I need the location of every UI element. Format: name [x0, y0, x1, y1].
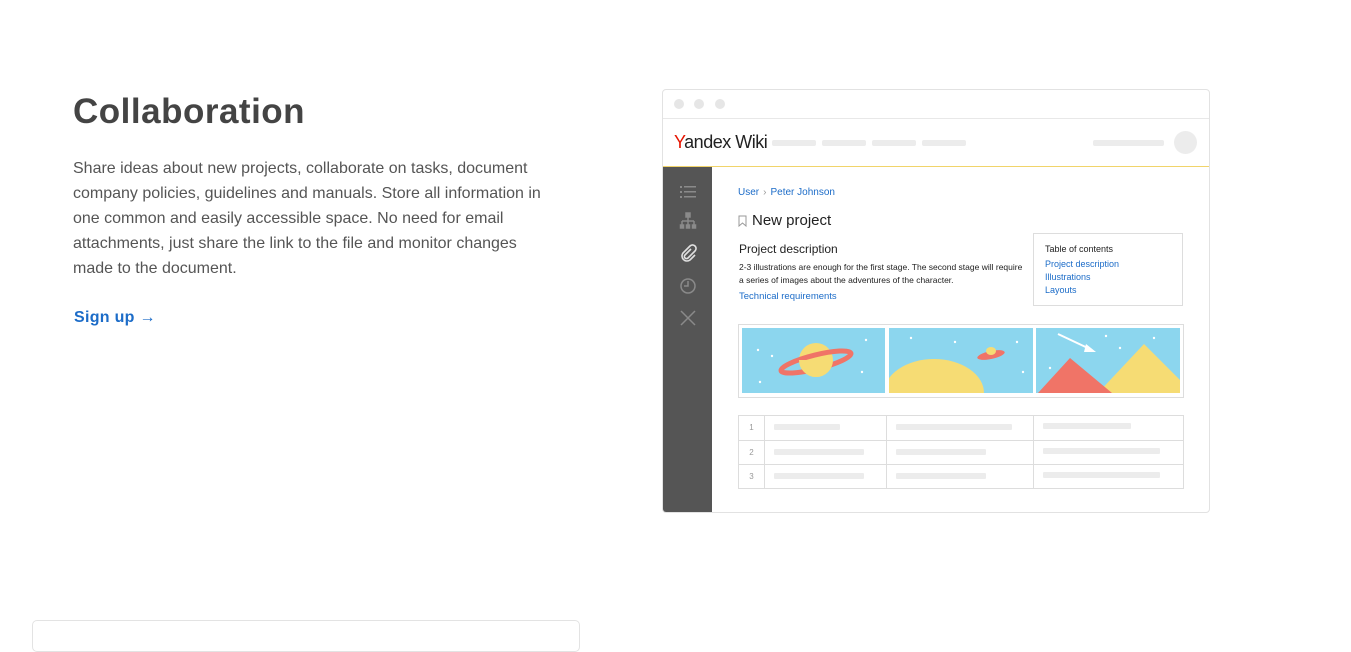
close-icon: [680, 310, 696, 326]
toc-item: Illustrations: [1045, 272, 1091, 282]
nav-placeholder: [922, 140, 966, 146]
user-name-placeholder: [1093, 140, 1164, 146]
breadcrumb: User › Peter Johnson: [738, 187, 835, 198]
toc-item: Project description: [1045, 259, 1120, 269]
ufo-illustration: [889, 328, 1033, 393]
illustrations-gallery: [738, 324, 1184, 398]
table-row: 2: [739, 440, 1183, 465]
description-block: Project description 2-3 illustrations ar…: [739, 242, 1024, 302]
breadcrumb-item: User: [738, 187, 760, 198]
window-dot: [674, 99, 684, 109]
nav-placeholder: [872, 140, 916, 146]
row-number: 2: [739, 441, 765, 465]
chevron-right-icon: ›: [763, 187, 767, 198]
planet-illustration: [742, 328, 885, 393]
description-title: Project description: [739, 242, 838, 256]
description-text: 2-3 illustrations are enough for the fir…: [739, 262, 1023, 285]
table-row: 3: [739, 464, 1183, 489]
mockup-sidebar: [663, 167, 712, 512]
table-row: 1: [739, 416, 1183, 440]
attachment-icon: [681, 244, 697, 262]
mountains-illustration: [1036, 328, 1180, 393]
window-dot: [715, 99, 725, 109]
bookmark-icon: [738, 215, 747, 228]
window-titlebar: [663, 90, 1209, 119]
technical-requirements-link: Technical requirements: [739, 291, 837, 302]
mockup-content: User › Peter Johnson New project Project d…: [712, 167, 1209, 512]
window-dot: [694, 99, 704, 109]
section-title: Collaboration: [73, 92, 306, 131]
list-icon: [680, 186, 696, 198]
section-description: Share ideas about new projects, collabor…: [73, 160, 541, 277]
app-header: Yandex Wiki: [663, 119, 1209, 167]
avatar: [1174, 131, 1197, 154]
signup-link[interactable]: Sign up →: [74, 309, 156, 327]
collaboration-section: Collaboration Share ideas about new proj…: [73, 92, 573, 327]
wiki-mockup-window: Yandex Wiki User › Peter Johnson New proje…: [662, 89, 1210, 513]
toc-title: Table of contents: [1045, 244, 1114, 254]
nav-placeholder: [822, 140, 866, 146]
next-card: [32, 620, 580, 652]
row-number: 3: [739, 465, 765, 489]
nav-placeholder: [772, 140, 816, 146]
clock-icon: [680, 278, 696, 294]
page-title: New project: [738, 212, 831, 229]
table-of-contents: Table of contents Project description Il…: [1033, 233, 1183, 306]
sitemap-icon: [679, 212, 697, 229]
breadcrumb-item: Peter Johnson: [770, 187, 835, 198]
toc-item: Layouts: [1045, 285, 1077, 295]
yandex-wiki-logo: Yandex Wiki: [674, 132, 768, 152]
row-number: 1: [739, 416, 765, 440]
data-table: 1 2 3: [738, 415, 1184, 489]
